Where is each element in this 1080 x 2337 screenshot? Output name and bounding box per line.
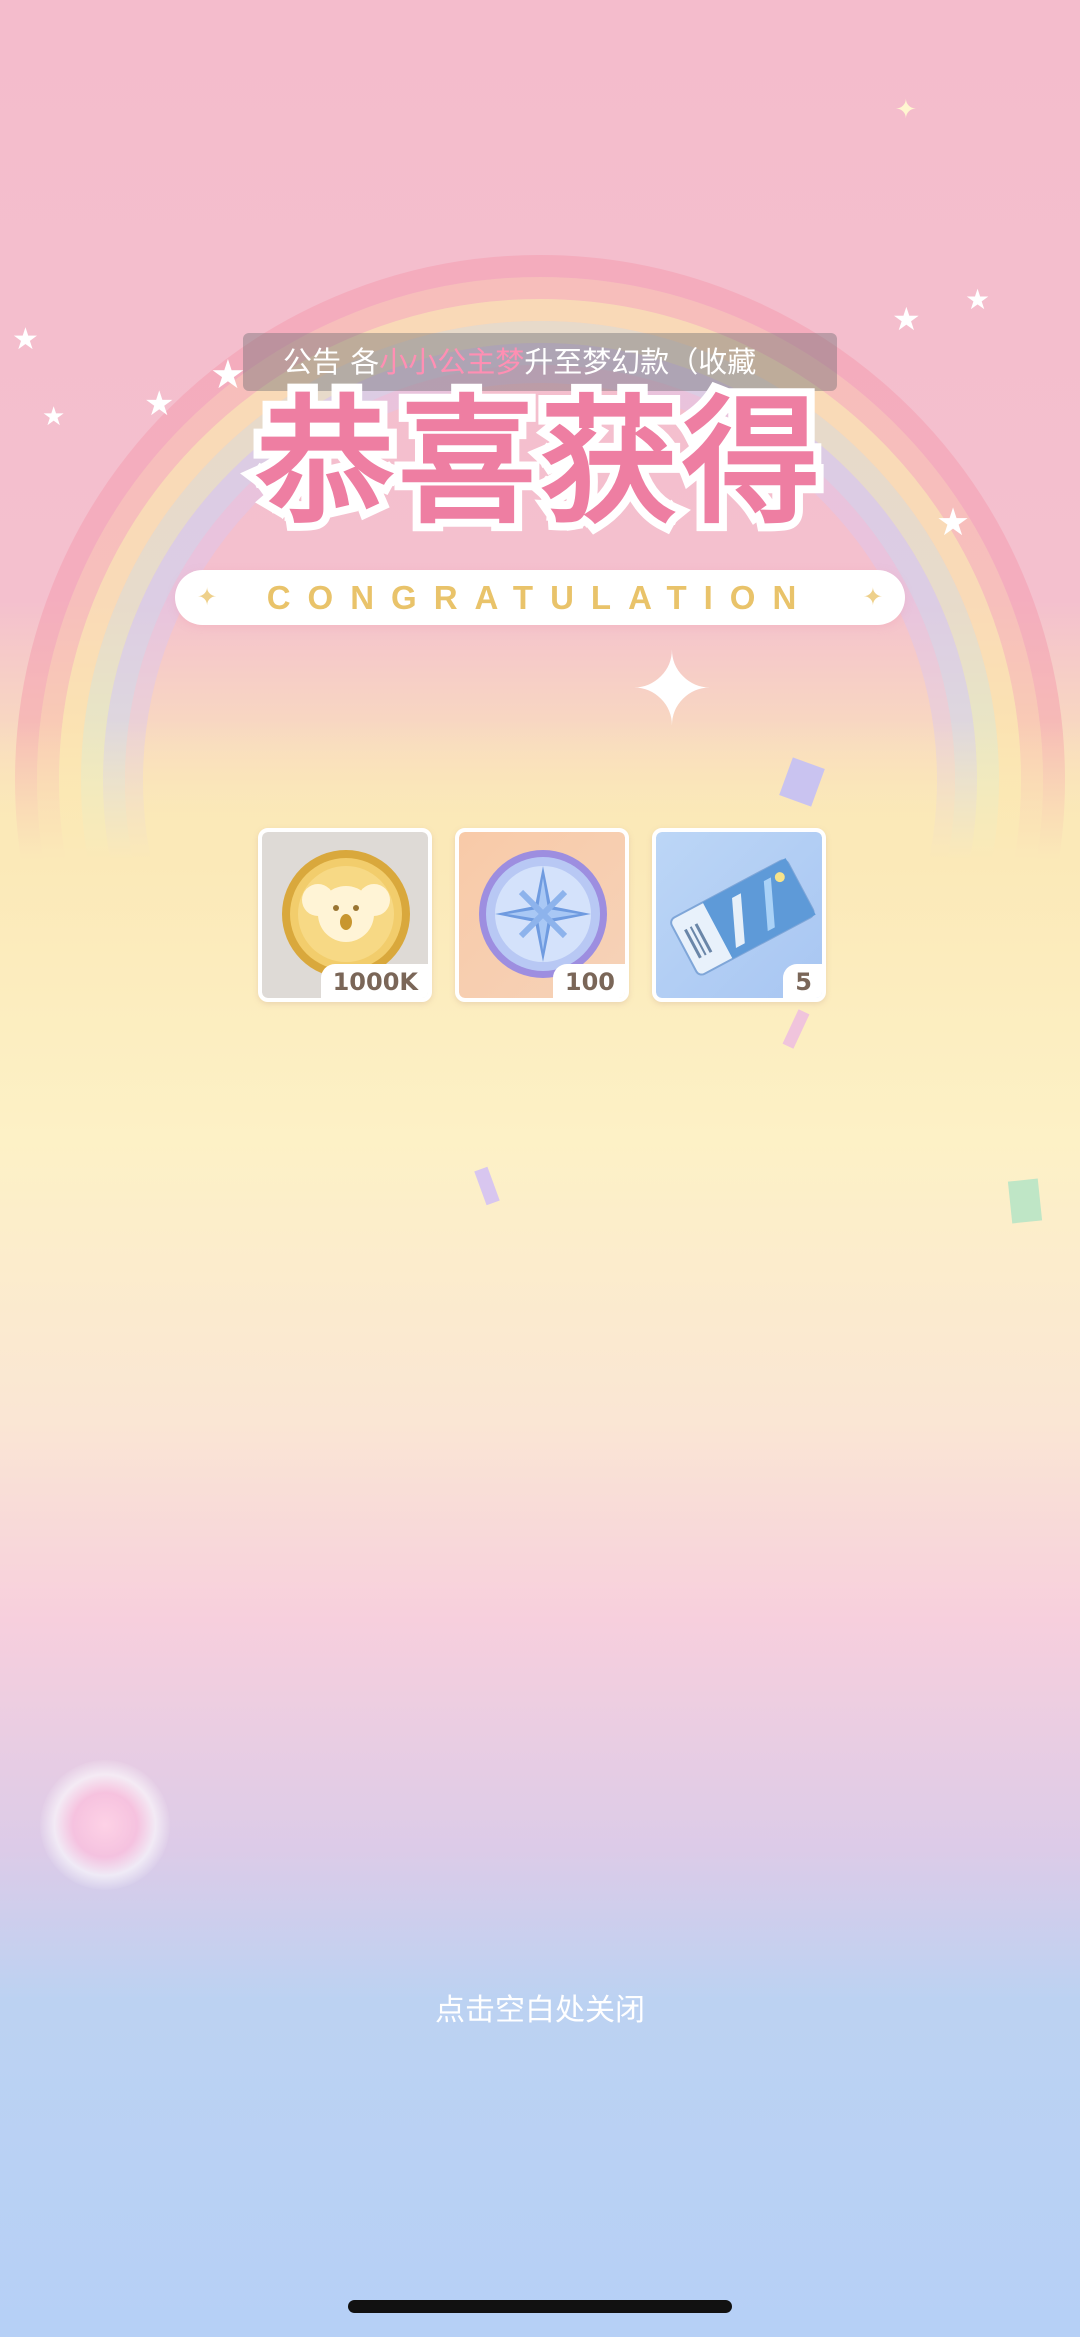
close-hint-text[interactable]: 点击空白处关闭 — [0, 1985, 1080, 2029]
reward-quantity: 100 — [552, 964, 625, 998]
home-indicator[interactable] — [348, 2300, 732, 2313]
title-text: 恭喜获得 — [255, 382, 824, 543]
sparkle-icon: ✦ — [895, 95, 917, 125]
sparkle-icon: ✦ — [197, 583, 218, 611]
reward-item-koala-coin[interactable]: 1000K — [258, 828, 432, 1002]
star-icon: ★ — [965, 283, 991, 316]
star-icon: ★ — [42, 402, 66, 432]
confetti-piece — [1007, 1178, 1043, 1224]
star-icon: ★ — [12, 322, 39, 357]
star-icon: ★ — [936, 500, 971, 544]
reward-quantity: 5 — [783, 964, 822, 998]
congratulation-banner: ✦ CONGRATULATION ✦ — [175, 570, 905, 625]
title-graphic: 恭喜获得 — [200, 370, 880, 551]
subtitle-text: CONGRATULATION — [266, 579, 814, 616]
star-icon: ★ — [144, 384, 175, 424]
koala-coin-icon — [282, 850, 410, 978]
sparkle-icon: ✦ — [862, 583, 883, 611]
lower-bg — [0, 860, 1080, 2337]
reward-item-ticket[interactable]: 5 — [652, 828, 826, 1002]
star-icon: ★ — [892, 300, 921, 338]
glow-orb — [40, 1760, 170, 1890]
ticket-icon — [670, 858, 816, 976]
reward-quantity: 1000K — [320, 964, 428, 998]
compass-star-coin-icon — [479, 850, 607, 978]
reward-item-star-crystal-coin[interactable]: 100 — [455, 828, 629, 1002]
sparkle-icon: ✦ — [630, 631, 714, 748]
